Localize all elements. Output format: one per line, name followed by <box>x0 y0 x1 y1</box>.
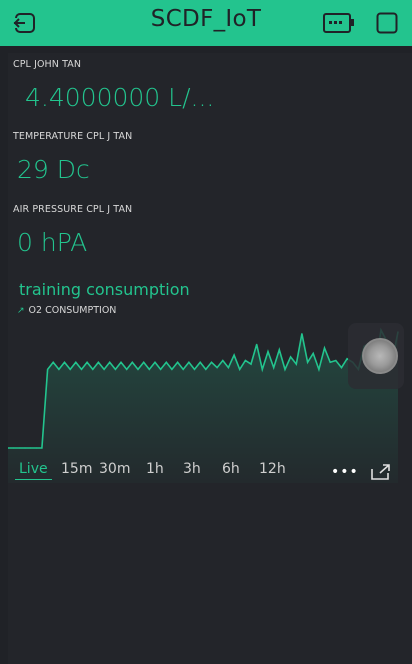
chart-point <box>335 359 337 362</box>
tab-12h[interactable]: 12h <box>259 461 286 477</box>
chart-point <box>92 368 94 370</box>
chart-point <box>261 368 263 370</box>
chart-point <box>193 368 196 370</box>
chart-point <box>278 349 280 351</box>
chart-point <box>137 368 139 370</box>
chart-point <box>148 368 150 370</box>
expand-icon[interactable] <box>370 463 392 481</box>
chart-point <box>75 361 77 363</box>
chart-title: training consumption <box>19 280 190 299</box>
chart-point <box>188 361 190 363</box>
chart-point <box>256 343 258 345</box>
chart-point <box>222 359 224 362</box>
chart-point <box>340 367 343 369</box>
tab-1h[interactable]: 1h <box>146 461 164 477</box>
chart-point <box>177 361 179 363</box>
chart-point <box>13 447 15 449</box>
chart-point <box>307 361 309 363</box>
square-icon[interactable] <box>376 12 398 34</box>
chart-point <box>210 361 213 363</box>
chart-point <box>97 361 99 363</box>
tab-live[interactable]: Live <box>15 461 52 480</box>
chart-point <box>199 361 201 363</box>
tab-30m[interactable]: 30m <box>99 461 130 477</box>
chart-point <box>24 447 26 449</box>
chart-point <box>30 447 32 449</box>
chart-point <box>290 356 292 358</box>
chart-point <box>323 347 326 349</box>
chart-point <box>80 368 83 370</box>
chart-point <box>69 368 71 370</box>
tab-3h[interactable]: 3h <box>183 461 201 477</box>
chart-point <box>58 368 60 370</box>
chart-point <box>227 367 229 369</box>
widget-label-temperature: TEMPERATURE CPL J TAN <box>13 131 133 142</box>
chart-point <box>63 361 66 363</box>
chart-point <box>182 368 184 370</box>
chart-point <box>154 361 156 363</box>
chart-point <box>52 361 54 363</box>
top-bar: SCDF_IoT <box>0 0 412 46</box>
scrub-handle[interactable] <box>362 338 398 374</box>
chart-point <box>126 368 128 370</box>
chart-point <box>346 358 348 360</box>
chart-point <box>103 368 105 370</box>
chart-point <box>329 361 331 363</box>
chart-point <box>114 368 116 370</box>
widget-value-air-pressure: 0 hPA <box>17 228 88 257</box>
chart-point <box>109 361 111 363</box>
chart-point <box>239 368 241 370</box>
chart-point <box>47 368 49 370</box>
chart-point <box>216 367 218 369</box>
tab-15m[interactable]: 15m <box>61 461 92 477</box>
chart-point <box>267 351 269 353</box>
chart-point <box>160 368 162 370</box>
chart-point <box>312 352 314 354</box>
trend-icon: ↗ <box>17 305 25 316</box>
chart-point <box>35 447 37 449</box>
more-options-button[interactable]: ••• <box>331 464 359 480</box>
widget-value-o2: 4.4000000 L/... <box>25 83 215 112</box>
time-range-tabs: Live 15m 30m 1h 3h 6h 12h ••• <box>8 461 412 485</box>
chart-point <box>233 354 235 356</box>
widget-label-o2: CPL JOHN TAN <box>13 59 82 70</box>
chart-point <box>86 361 88 363</box>
chart-point <box>295 363 297 365</box>
chart-point <box>143 361 145 363</box>
chart-point <box>205 368 207 370</box>
chart-point <box>250 363 252 365</box>
chart-point <box>165 361 167 363</box>
device-icon[interactable] <box>323 12 355 34</box>
chart-point <box>131 361 133 363</box>
chart-point <box>18 447 20 449</box>
chart-point <box>273 367 275 369</box>
dashboard-panel: CPL JOHN TAN 4.4000000 L/... TEMPERATURE… <box>8 53 412 664</box>
chart-point <box>41 447 43 449</box>
chart-point <box>171 368 173 370</box>
chart-point <box>318 368 320 370</box>
chart-point <box>301 333 303 335</box>
widget-value-temperature: 29 Dc <box>17 155 90 184</box>
chart-point <box>244 359 246 362</box>
chart-point <box>284 368 286 370</box>
chart-point <box>120 361 122 363</box>
legend-label: O2 CONSUMPTION <box>28 305 117 316</box>
widget-label-air-pressure: AIR PRESSURE CPL J TAN <box>13 204 133 215</box>
tab-6h[interactable]: 6h <box>222 461 240 477</box>
chart-legend: ↗ O2 CONSUMPTION <box>17 305 116 316</box>
